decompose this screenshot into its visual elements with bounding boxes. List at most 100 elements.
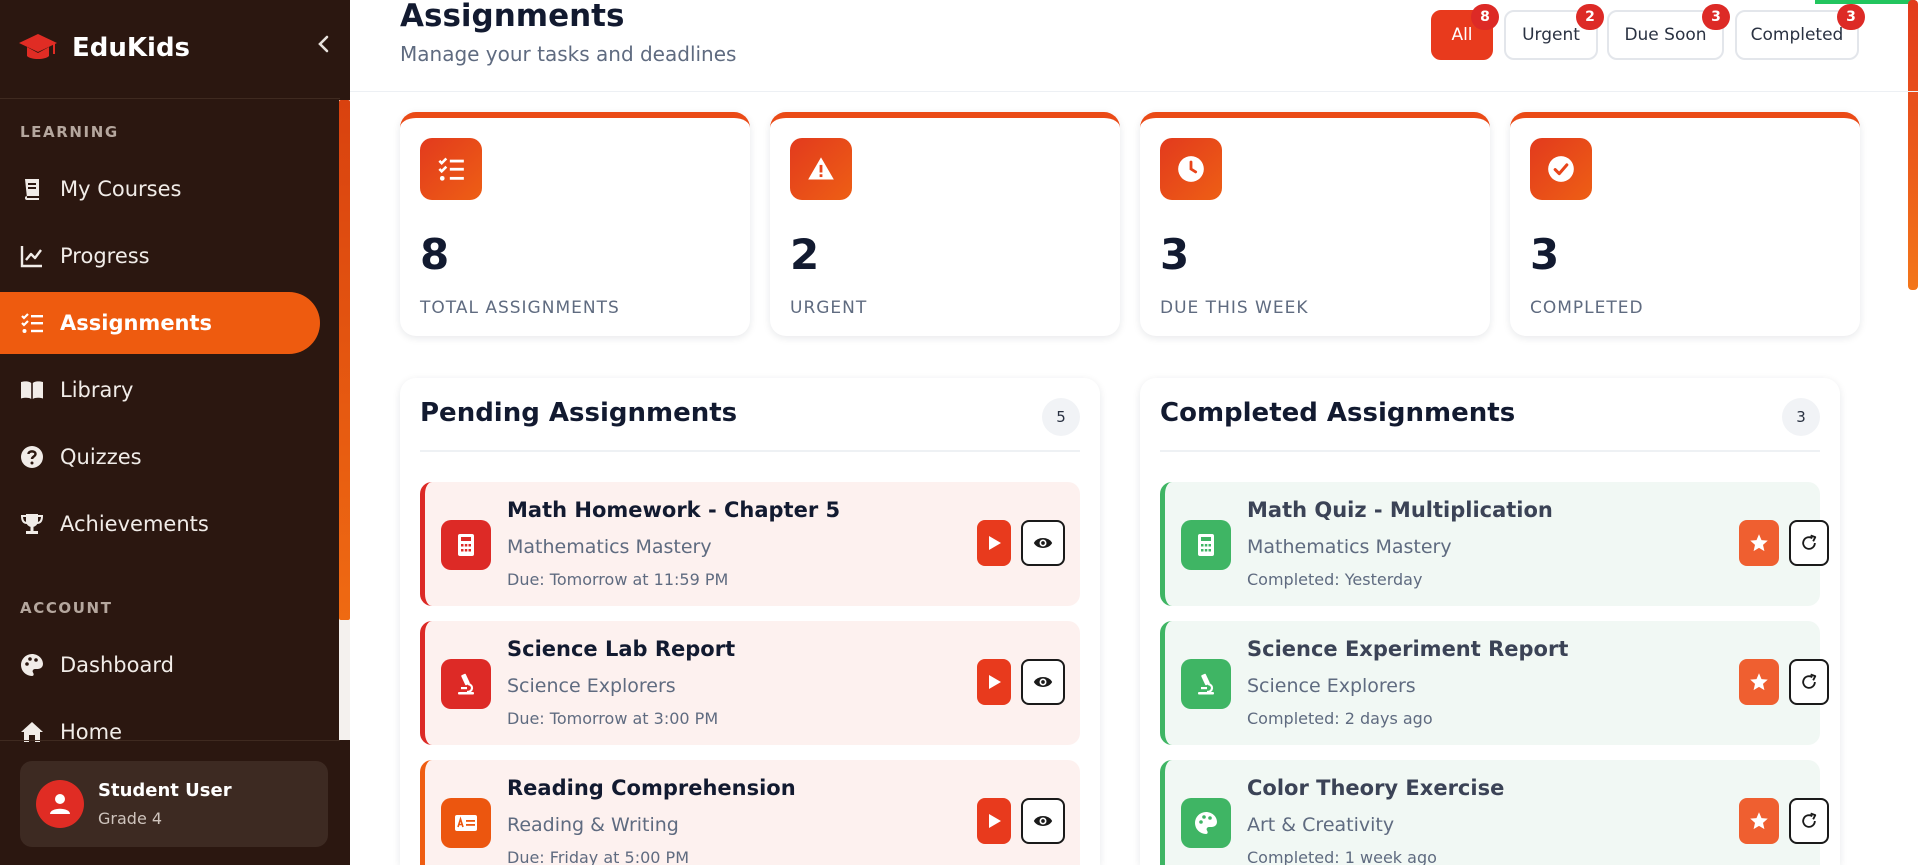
tasks-icon: [20, 311, 44, 335]
sidebar-divider: [0, 98, 340, 99]
redo-assignment-button[interactable]: [1789, 520, 1829, 566]
sidebar-item-assignments[interactable]: Assignments: [0, 292, 320, 354]
completed-assignment-item[interactable]: Science Experiment Report Science Explor…: [1160, 621, 1829, 745]
sidebar-item-dashboard[interactable]: Dashboard: [0, 634, 320, 696]
filter-count-badge: 2: [1576, 4, 1604, 30]
sidebar-item-label: Achievements: [60, 512, 209, 536]
view-assignment-button[interactable]: [1021, 798, 1065, 844]
eye-icon: [1033, 816, 1053, 826]
sidebar-item-label: Dashboard: [60, 653, 174, 677]
assignment-title: Color Theory Exercise: [1247, 776, 1505, 800]
language-icon: [441, 798, 491, 848]
pending-assignment-item[interactable]: Science Lab Report Science Explorers Due…: [420, 621, 1080, 745]
sidebar-item-label: Library: [60, 378, 134, 402]
page-title: Assignments: [400, 0, 625, 34]
sidebar-item-label: Assignments: [60, 311, 213, 335]
sidebar-item-label: Quizzes: [60, 445, 142, 469]
calculator-icon: [441, 520, 491, 570]
open-book-icon: [20, 378, 44, 402]
assignment-title: Reading Comprehension: [507, 776, 796, 800]
check-circle-icon: [1530, 138, 1592, 200]
user-grade: Grade 4: [98, 809, 163, 828]
chart-line-icon: [20, 244, 44, 268]
user-card[interactable]: Student User Grade 4: [20, 761, 328, 847]
stat-label: DUE THIS WEEK: [1160, 298, 1309, 318]
assignment-title: Science Experiment Report: [1247, 637, 1569, 661]
stat-value: 2: [790, 230, 820, 279]
page-scrollbar-thumb[interactable]: [1908, 0, 1918, 290]
start-assignment-button[interactable]: [977, 798, 1011, 844]
redo-icon: [1802, 534, 1817, 550]
stat-value: 3: [1530, 230, 1560, 279]
completed-assignment-item[interactable]: Math Quiz - Multiplication Mathematics M…: [1160, 482, 1829, 606]
graduation-cap-icon: [18, 32, 58, 64]
sidebar-item-library[interactable]: Library: [0, 359, 320, 421]
filter-count-badge: 3: [1837, 4, 1865, 30]
stat-card-due-this-week: 3 DUE THIS WEEK: [1140, 112, 1490, 336]
sidebar-item-achievements[interactable]: Achievements: [0, 493, 320, 555]
filter-urgent-button[interactable]: Urgent 2: [1504, 4, 1604, 60]
clock-icon: [1160, 138, 1222, 200]
filter-count-badge: 3: [1702, 4, 1730, 30]
rate-assignment-button[interactable]: [1739, 520, 1779, 566]
assignment-title: Science Lab Report: [507, 637, 736, 661]
start-assignment-button[interactable]: [977, 659, 1011, 705]
assignment-course: Science Explorers: [1247, 675, 1416, 697]
palette-icon: [20, 653, 44, 677]
assignment-title: Math Quiz - Multiplication: [1247, 498, 1553, 522]
chevron-left-icon: [318, 35, 329, 53]
completed-assignments-panel: Completed Assignments 3 Math Quiz - Mult…: [1140, 378, 1840, 865]
filter-due-soon-button[interactable]: Due Soon 3: [1607, 4, 1730, 60]
stat-label: URGENT: [790, 298, 868, 318]
stat-value: 3: [1160, 230, 1190, 279]
warning-icon: [790, 138, 852, 200]
rate-assignment-button[interactable]: [1739, 659, 1779, 705]
panel-count-badge: 5: [1042, 398, 1080, 436]
calculator-icon: [1181, 520, 1231, 570]
redo-assignment-button[interactable]: [1789, 659, 1829, 705]
section-label-learning: LEARNING: [20, 123, 119, 141]
pending-assignment-item[interactable]: Math Homework - Chapter 5 Mathematics Ma…: [420, 482, 1080, 606]
filter-label: Urgent: [1522, 25, 1580, 45]
view-assignment-button[interactable]: [1021, 659, 1065, 705]
star-icon: [1750, 534, 1768, 552]
play-icon: [989, 536, 1001, 550]
filter-all-button[interactable]: All 8: [1431, 4, 1499, 60]
filter-label: Completed: [1750, 25, 1844, 45]
user-icon: [50, 794, 70, 814]
sidebar-item-progress[interactable]: Progress: [0, 225, 320, 287]
microscope-icon: [1181, 659, 1231, 709]
section-label-account: ACCOUNT: [20, 599, 113, 617]
brand[interactable]: EduKids: [18, 28, 190, 68]
stat-label: COMPLETED: [1530, 298, 1644, 318]
sidebar-item-home[interactable]: Home: [0, 701, 320, 763]
play-icon: [989, 675, 1001, 689]
sidebar-item-label: My Courses: [60, 177, 182, 201]
start-assignment-button[interactable]: [977, 520, 1011, 566]
redo-assignment-button[interactable]: [1789, 798, 1829, 844]
assignment-course: Reading & Writing: [507, 814, 679, 836]
rate-assignment-button[interactable]: [1739, 798, 1779, 844]
panel-divider: [420, 450, 1080, 452]
question-circle-icon: [20, 445, 44, 469]
page-subtitle: Manage your tasks and deadlines: [400, 42, 737, 66]
filter-completed-button[interactable]: Completed 3: [1735, 4, 1865, 60]
pending-assignment-item[interactable]: Reading Comprehension Reading & Writing …: [420, 760, 1080, 865]
view-assignment-button[interactable]: [1021, 520, 1065, 566]
eye-icon: [1033, 677, 1053, 687]
assignment-completed-date: Completed: Yesterday: [1247, 570, 1423, 589]
brand-name: EduKids: [72, 33, 191, 63]
notification-strip: [1815, 0, 1915, 4]
filter-label: All: [1451, 25, 1473, 45]
user-name: Student User: [98, 780, 232, 801]
microscope-icon: [441, 659, 491, 709]
sidebar-divider: [0, 740, 340, 741]
sidebar-item-quizzes[interactable]: Quizzes: [0, 426, 320, 488]
palette-icon: [1181, 798, 1231, 848]
sidebar-scrollbar-thumb[interactable]: [339, 100, 350, 620]
sidebar-item-label: Progress: [60, 244, 150, 268]
completed-assignment-item[interactable]: Color Theory Exercise Art & Creativity C…: [1160, 760, 1829, 865]
collapse-sidebar-button[interactable]: [312, 30, 336, 58]
sidebar-item-my-courses[interactable]: My Courses: [0, 158, 320, 220]
header-divider: [350, 91, 1918, 92]
